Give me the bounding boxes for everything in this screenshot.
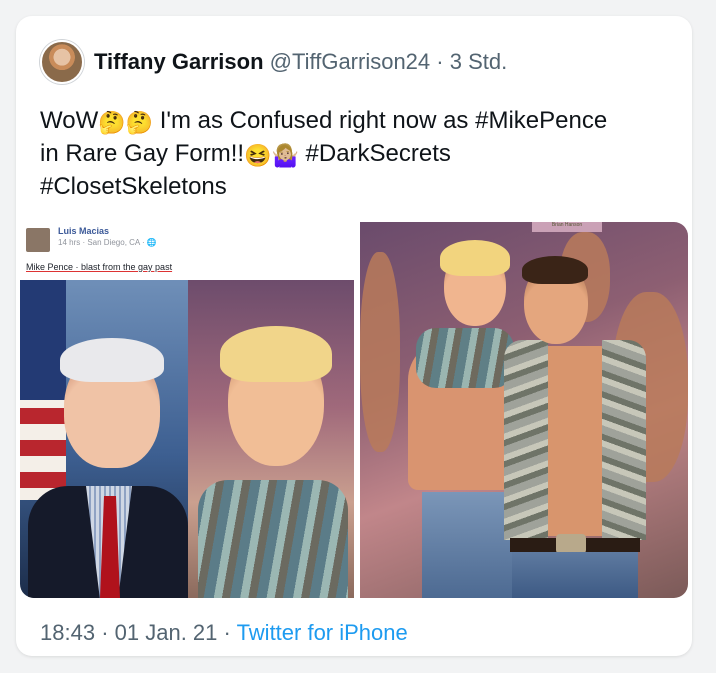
facebook-post-header: Luis Macias 14 hrs · San Diego, CA · 🌐 M… [20,222,354,282]
separator-dot: · [101,620,109,645]
source-link[interactable]: Twitter for iPhone [237,620,408,645]
fb-avatar [26,228,50,252]
tweet-card: Tiffany Garrison @TiffGarrison24 · 3 Std… [16,16,692,656]
background-sign: Brian Hanson [532,222,602,232]
shrug-emoji-icon: 🤷🏼‍♀️ [271,143,299,168]
tweet-date[interactable]: 01 Jan. 21 [115,620,218,645]
fb-caption: Mike Pence · blast from the gay past [26,262,173,272]
tweet-text: WoW🤔🤔 I'm as Confused right now as #Mike… [40,104,672,203]
media-photo-right[interactable]: Brian Hanson [360,222,688,598]
tweet-text-part: in Rare Gay Form!! [40,140,245,167]
author-name[interactable]: Tiffany Garrison [94,49,264,74]
media-grid: Luis Macias 14 hrs · San Diego, CA · 🌐 M… [20,222,688,598]
tweet-header: Tiffany Garrison @TiffGarrison24 · 3 Std… [40,40,507,84]
separator-dot: · [436,49,444,74]
tweet-time[interactable]: 18:43 [40,620,95,645]
avatar[interactable] [40,40,84,84]
hashtag-link[interactable]: #ClosetSkeletons [40,173,227,200]
portrait-image [20,280,188,598]
thinking-face-emoji-icon: 🤔 [98,110,126,135]
tweet-text-part: WoW [40,107,99,134]
relative-time[interactable]: 3 Std. [450,49,507,74]
hashtag-link[interactable]: #DarkSecrets [306,140,451,167]
tweet-text-part: I'm as Confused right now as [153,107,476,134]
author-handle[interactable]: @TiffGarrison24 [270,49,431,74]
portrait-image [188,280,354,598]
fb-meta: 14 hrs · San Diego, CA · 🌐 [58,238,157,247]
media-photo-left[interactable]: Luis Macias 14 hrs · San Diego, CA · 🌐 M… [20,222,354,598]
separator-dot: · [223,620,231,645]
fb-name: Luis Macias [58,226,110,236]
hashtag-link[interactable]: #MikePence [475,107,607,134]
thinking-face-emoji-icon: 🤔 [125,110,154,135]
author-line: Tiffany Garrison @TiffGarrison24 · 3 Std… [94,49,507,75]
laughing-face-emoji-icon: 😆 [244,143,272,168]
tweet-footer: 18:43 · 01 Jan. 21 · Twitter for iPhone [40,620,408,646]
